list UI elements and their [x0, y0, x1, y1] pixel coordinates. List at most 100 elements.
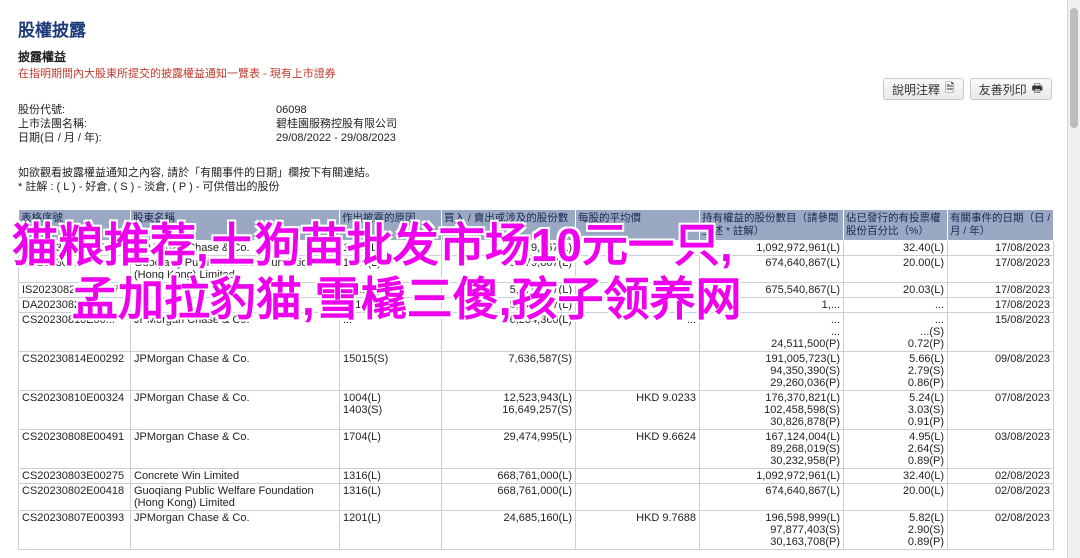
date-cell[interactable]: 03/08/2023	[947, 429, 1054, 469]
date-cell[interactable]: 02/08/2023	[947, 483, 1054, 511]
column-header: 持有權益的股份數目（請參閱上述 * 註解）	[699, 209, 844, 241]
price-cell	[575, 351, 700, 391]
held-line: 196,598,999(L)	[765, 512, 840, 524]
held-line: 1,...	[821, 299, 840, 311]
column-header: 佔已發行的有投票權股份百分比（%）	[843, 209, 948, 241]
shares-cell: 29,474,995(L)	[441, 429, 576, 469]
scrollbar-thumb[interactable]	[1070, 8, 1078, 128]
shares-line: 5,879,867(L)	[509, 257, 572, 269]
pct-cell: 20.00(L)	[843, 483, 948, 511]
id-cell[interactable]: DA20230822E00...	[18, 297, 131, 313]
date-cell[interactable]: 09/08/2023	[947, 351, 1054, 391]
id-cell[interactable]: CS20230808E00491	[18, 429, 131, 469]
price-cell: HKD 9.6624	[575, 429, 700, 469]
id-cell[interactable]: CS20230803E00275	[18, 468, 131, 484]
held-line: 191,005,723(L)	[765, 353, 840, 365]
reason-cell: 1316(L)	[339, 255, 442, 283]
table-row: DA20230822E00...... 1316(L) 5,879,867(L) 1,…	[18, 297, 1054, 313]
date-cell[interactable]: 15/08/2023	[947, 312, 1054, 352]
id-cell[interactable]: CS20230810E00324	[18, 390, 131, 430]
price-cell	[575, 240, 700, 256]
name-cell: ...	[130, 297, 340, 313]
held-line: 24,511,500(P)	[771, 338, 840, 350]
held-line: 30,232,958(P)	[770, 455, 840, 467]
name-cell: Guoqiang Public Welfare Foundation (Hong …	[130, 483, 340, 511]
id-cell[interactable]: CS20230818E00...	[18, 240, 131, 256]
held-line: 29,260,036(P)	[770, 377, 840, 389]
date-cell[interactable]: 17/08/2023	[947, 255, 1054, 283]
section-title: 披露權益	[18, 50, 67, 64]
held-cell: 1,...	[699, 297, 844, 313]
table-row: CS20230808E00491 JPMorgan Chase & Co. 1704…	[18, 429, 1054, 469]
date-cell[interactable]: 02/08/2023	[947, 468, 1054, 484]
price-cell: HKD 9.7688	[575, 510, 700, 550]
page-title: 股權披露	[18, 21, 86, 40]
reason-cell: 1201(L)	[339, 510, 442, 550]
price-cell	[575, 468, 700, 484]
price-cell: ...	[575, 312, 700, 352]
name-line: Concrete Win Limited	[134, 470, 240, 482]
pct-line: 5.66(L)	[909, 353, 944, 365]
id-cell[interactable]: CS20230802E00418	[18, 483, 131, 511]
id-cell[interactable]: CS20230818E00...	[18, 312, 131, 352]
reason-cell: 1316(L)	[339, 483, 442, 511]
info-value: 29/08/2022 - 29/08/2023	[276, 132, 396, 144]
id-cell[interactable]: CS20230814E00292	[18, 351, 131, 391]
reason-line: 1316(L)	[343, 470, 381, 482]
section-description: 在指明期間內大股東所提交的披露權益通知一覽表 - 現有上市證券	[18, 68, 336, 80]
info-label: 日期(日 / 月 / 年):	[18, 132, 102, 144]
pct-line: 5.24(L)	[909, 392, 944, 404]
date-cell[interactable]: 17/08/2023	[947, 297, 1054, 313]
disclosure-page: 股權披露 披露權益 在指明期間內大股東所提交的披露權益通知一覽表 - 現有上市證…	[0, 0, 1068, 558]
date-cell[interactable]: 07/08/2023	[947, 390, 1054, 430]
pct-line: ...	[934, 299, 944, 311]
column-header: 買入 / 賣出或涉及的股份數目	[441, 209, 576, 241]
held-cell: 1,092,972,961(L)	[699, 240, 844, 256]
reason-cell: 1316(L)	[339, 240, 442, 256]
reason-line: ...	[343, 314, 353, 326]
pct-cell: ... ...(S) 0.72(P)	[843, 312, 948, 352]
held-cell: 191,005,723(L) 94,350,390(S) 29,260,036(P)	[699, 351, 844, 391]
vertical-scrollbar[interactable]	[1067, 0, 1080, 558]
shares-line: 5,879,867(L)	[509, 284, 572, 296]
date-cell[interactable]: 02/08/2023	[947, 510, 1054, 550]
column-header: 表格序號	[18, 209, 131, 241]
shares-cell: 5,879,867(L)	[441, 240, 576, 256]
reason-line: 1316(L)	[343, 485, 381, 497]
table-row: CS20230802E00418 Guoqiang Public Welfare …	[18, 483, 1054, 511]
pct-line: 2.64(S)	[907, 443, 944, 455]
name-line: ...	[134, 284, 144, 296]
column-header: 股東名稱	[130, 209, 340, 241]
pct-line: 4.95(L)	[909, 431, 944, 443]
reason-line: 1316(L)	[343, 242, 381, 254]
name-cell: JPMorgan Chase & Co.	[130, 312, 340, 352]
id-cell[interactable]: CS202308...	[18, 255, 131, 283]
date-cell[interactable]: 17/08/2023	[947, 282, 1054, 298]
shares-cell: 7,636,587(S)	[441, 351, 576, 391]
table-row: IS20230822E00137... 1316(L) 5,879,867(L) 67…	[18, 282, 1054, 298]
held-line: ...	[830, 326, 840, 338]
held-line: 30,163,708(P)	[770, 536, 840, 548]
held-line: 167,124,004(L)	[765, 431, 840, 443]
date-cell[interactable]: 17/08/2023	[947, 240, 1054, 256]
explain-button[interactable]: 說明注釋 🗎	[882, 78, 964, 100]
shares-cell: 668,761,000(L)	[441, 468, 576, 484]
shares-cell: 24,685,160(L)	[441, 510, 576, 550]
id-cell[interactable]: IS20230822E00137	[18, 282, 131, 298]
explain-button-label: 說明注釋	[891, 82, 940, 97]
pct-line: 0.91(P)	[907, 416, 944, 428]
print-button[interactable]: 友善列印 🖶	[969, 78, 1052, 100]
shares-cell: 26,234,360(L)	[441, 312, 576, 352]
pct-line: 5.82(L)	[909, 512, 944, 524]
pct-line: 20.00(L)	[903, 485, 944, 497]
shares-line: 668,761,000(L)	[497, 470, 572, 482]
reason-cell: 1316(L)	[339, 468, 442, 484]
id-cell[interactable]: CS20230807E00393	[18, 510, 131, 550]
reason-line: 1316(L)	[343, 257, 381, 269]
held-line: ...	[830, 314, 840, 326]
shares-line: 5,879,867(L)	[509, 299, 572, 311]
held-cell: 167,124,004(L) 89,268,019(S) 30,232,958(P)	[699, 429, 844, 469]
shares-cell: 5,879,867(L)	[441, 282, 576, 298]
pct-cell: 4.95(L) 2.64(S) 0.89(P)	[843, 429, 948, 469]
toolbar: 說明注釋 🗎 友善列印 🖶	[882, 78, 1052, 100]
